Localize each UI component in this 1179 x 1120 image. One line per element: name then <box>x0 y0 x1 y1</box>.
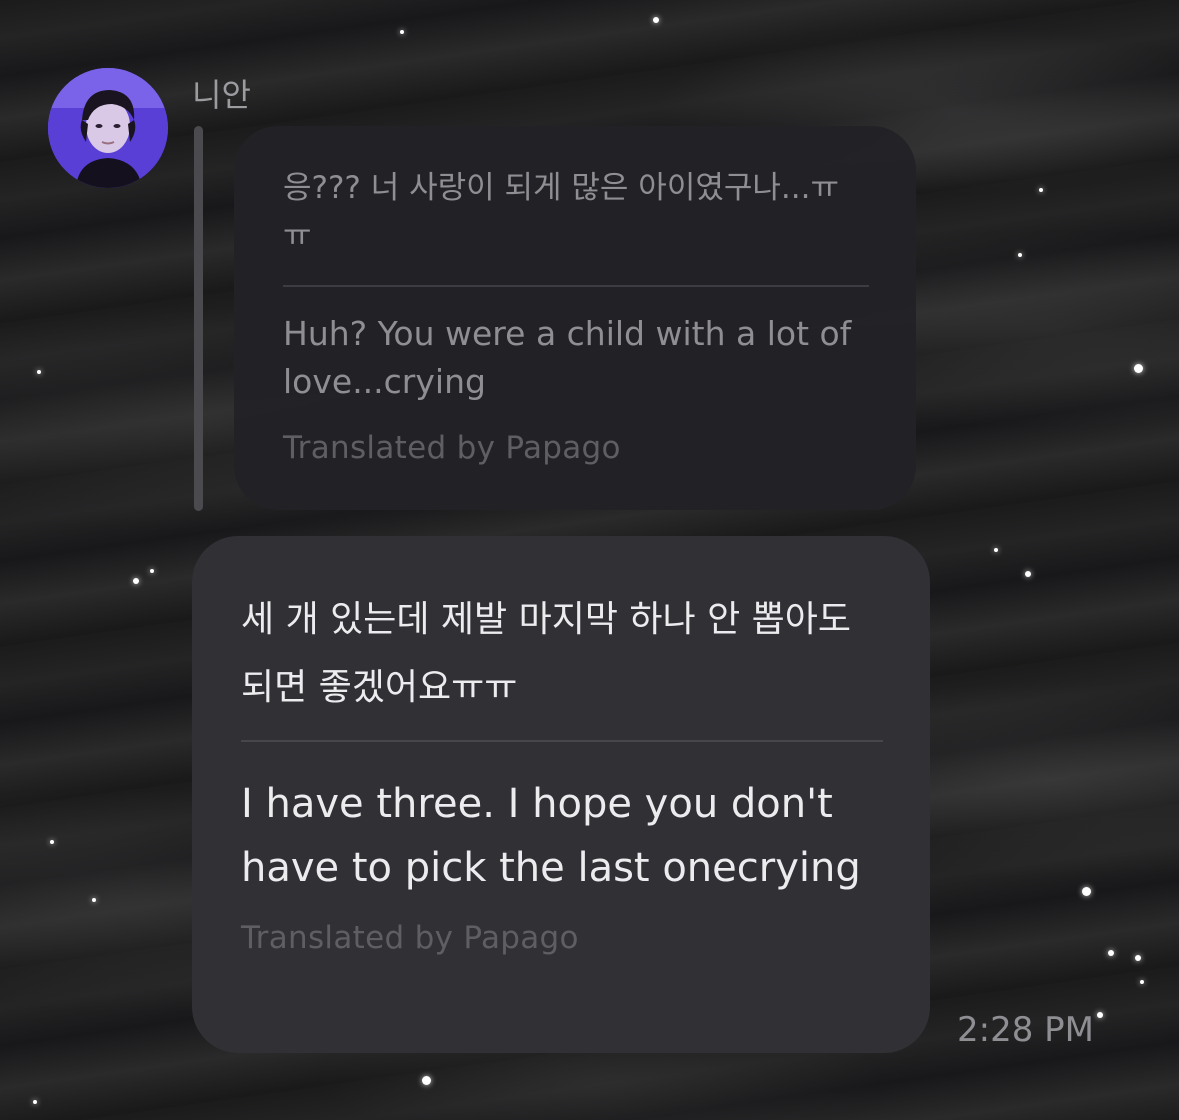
star <box>133 578 139 584</box>
translation-credit: Translated by Papago <box>241 920 579 956</box>
star <box>400 30 404 34</box>
quoted-message-bubble[interactable]: 응??? 너 사랑이 되게 많은 아이였구나...ㅠㅠ Huh? You wer… <box>234 126 916 510</box>
avatar[interactable] <box>48 68 168 188</box>
quoted-original-text: 응??? 너 사랑이 되게 많은 아이였구나...ㅠㅠ <box>283 170 839 254</box>
message-bubble[interactable]: 세 개 있는데 제발 마지막 하나 안 뽑아도 되면 좋겠어요ㅠㅠ I have… <box>192 536 930 1053</box>
translation-divider <box>241 740 883 742</box>
profile-photo-icon <box>48 68 168 188</box>
star <box>1082 887 1091 896</box>
star <box>150 569 154 573</box>
star <box>1025 571 1031 577</box>
star <box>1018 253 1022 257</box>
star <box>1097 1012 1103 1018</box>
star <box>1134 364 1143 373</box>
star <box>1140 980 1144 984</box>
reply-indicator-bar <box>194 126 203 511</box>
star <box>994 548 998 552</box>
sender-name: 니안 <box>192 76 251 114</box>
star <box>1039 188 1043 192</box>
star <box>653 17 659 23</box>
translation-divider <box>283 285 869 287</box>
message-timestamp: 2:28 PM <box>957 1010 1094 1050</box>
star <box>92 898 96 902</box>
message-original-text: 세 개 있는데 제발 마지막 하나 안 뽑아도 되면 좋겠어요ㅠㅠ <box>241 599 852 708</box>
star <box>37 370 41 374</box>
message-translation-text: I have three. I hope you don't have to p… <box>241 781 861 891</box>
star <box>1108 950 1114 956</box>
star <box>50 840 54 844</box>
quoted-translation-text: Huh? You were a child with a lot of love… <box>283 314 852 401</box>
star <box>33 1100 37 1104</box>
translation-credit: Translated by Papago <box>283 430 621 466</box>
star <box>422 1076 431 1085</box>
star <box>1135 955 1141 961</box>
